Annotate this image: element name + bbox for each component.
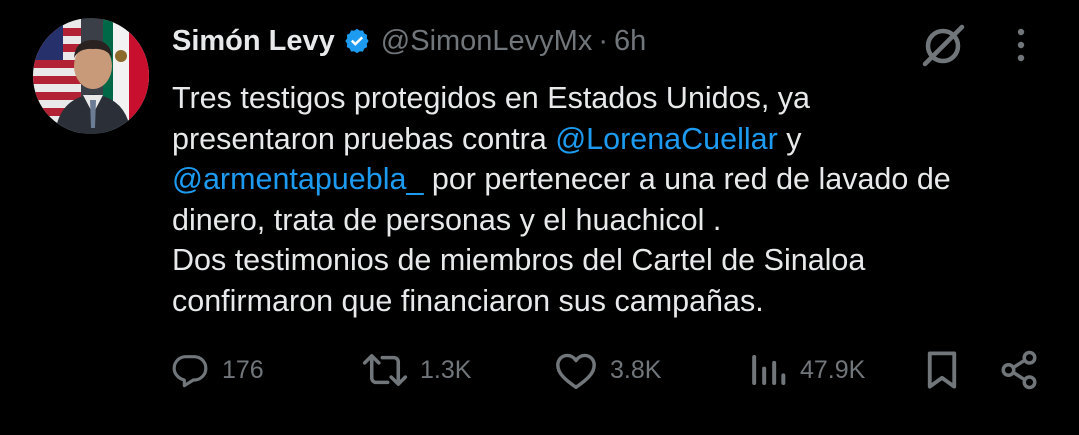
like-icon	[556, 353, 596, 389]
like-count: 3.8K	[610, 355, 662, 384]
tweet-line: dinero, trata de personas y el huachicol…	[172, 200, 1052, 241]
tweet-text-segment: y	[777, 121, 802, 156]
tweet-line: presentaron pruebas contra @LorenaCuella…	[172, 119, 1052, 160]
repost-icon	[362, 354, 408, 386]
reply-icon	[172, 355, 208, 388]
tweet-text-segment: Dos testimonios de miembros del Cartel d…	[172, 243, 866, 277]
tweet-text-segment: confirmaron que financiaron sus campañas…	[172, 283, 764, 318]
tweet-text-segment: por pertenecer a una red de lavado de	[423, 162, 951, 196]
mention-armentapuebla[interactable]: @armentapuebla_	[172, 162, 423, 196]
tweet-line: Dos testimonios de miembros del Cartel d…	[172, 240, 1052, 281]
bookmark-button[interactable]	[922, 340, 962, 400]
tweet[interactable]: Simón Levy @SimonLevyMx · 6h Tres testig…	[0, 0, 1079, 435]
avatar[interactable]	[33, 18, 149, 134]
views-icon	[752, 355, 786, 385]
tweet-header: Simón Levy @SimonLevyMx · 6h	[172, 18, 646, 64]
reply-button[interactable]: 176	[170, 340, 264, 400]
tweet-text-segment: dinero, trata de personas y el huachicol…	[172, 202, 722, 237]
bookmark-icon	[927, 351, 957, 389]
tweet-text-segment: presentaron pruebas contra	[172, 121, 556, 156]
post-time[interactable]: 6h	[614, 25, 646, 58]
share-icon	[1001, 350, 1037, 390]
author-handle[interactable]: @SimonLevyMx	[381, 25, 593, 58]
repost-button[interactable]: 1.3K	[362, 340, 471, 400]
like-button[interactable]: 3.8K	[554, 340, 661, 400]
action-bar: 176 1.3K 3.8K 47.9K	[0, 340, 1079, 400]
author-name[interactable]: Simón Levy	[172, 25, 335, 58]
reply-count: 176	[222, 355, 264, 384]
tweet-line: confirmaron que financiaron sus campañas…	[172, 281, 1052, 322]
more-options-icon[interactable]	[1006, 24, 1036, 66]
repost-count: 1.3K	[420, 355, 472, 384]
tweet-text: Tres testigos protegidos en Estados Unid…	[172, 78, 1052, 321]
mention-lorenacuellar[interactable]: @LorenaCuellar	[555, 122, 778, 156]
grok-icon[interactable]	[918, 20, 968, 70]
share-button[interactable]	[998, 340, 1040, 400]
tweet-line: @armentapuebla_ por pertenecer a una red…	[172, 159, 1052, 200]
tweet-text-segment: Tres testigos protegidos en Estados Unid…	[172, 81, 811, 115]
views-count: 47.9K	[800, 355, 866, 384]
tweet-line: Tres testigos protegidos en Estados Unid…	[172, 78, 1052, 119]
separator-dot: ·	[598, 24, 609, 57]
verified-badge-icon	[343, 27, 371, 55]
views-button[interactable]: 47.9K	[748, 340, 865, 400]
